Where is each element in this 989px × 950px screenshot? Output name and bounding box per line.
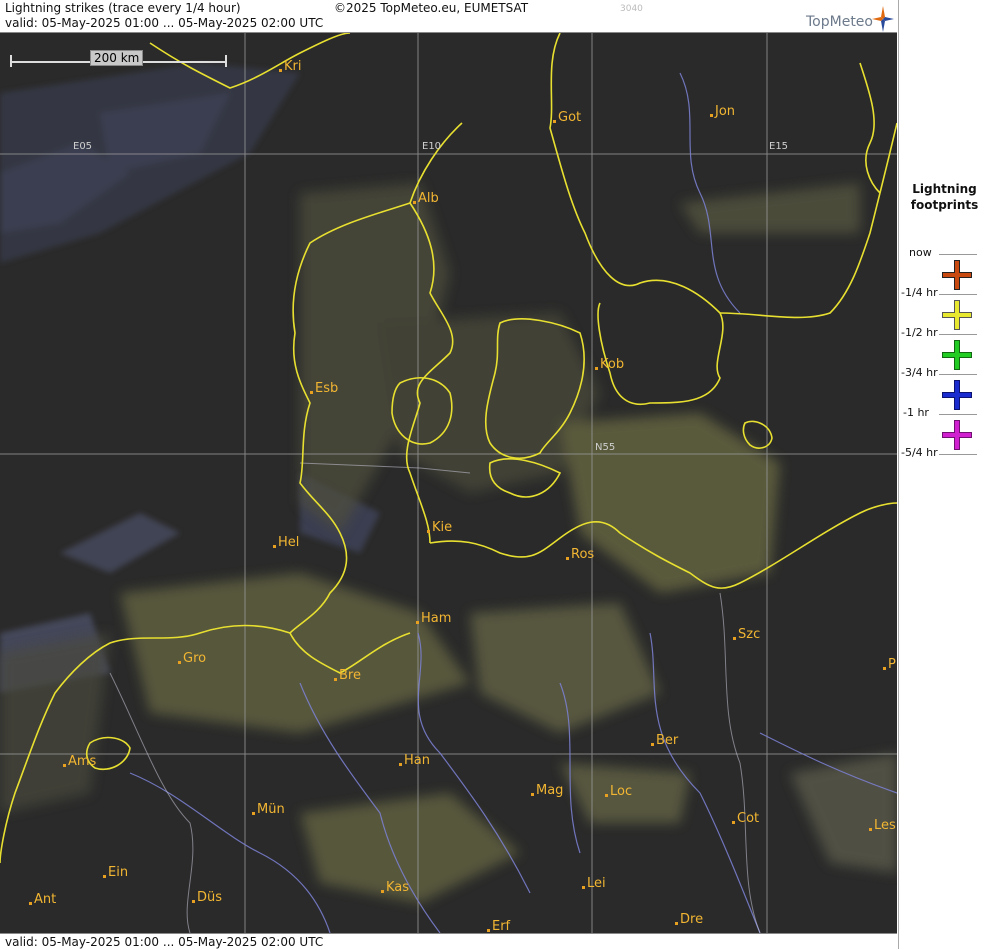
city-label-ham: Ham — [416, 611, 451, 626]
city-label-kie: Kie — [427, 520, 452, 535]
legend-tick-one: -1 hr — [903, 406, 929, 419]
lightning-cross-icon-three-quarter — [942, 380, 972, 410]
compass-star-icon — [872, 6, 894, 32]
satellite-map[interactable]: E05 E10 E15 N55 200 km Kri Got Jon Alb E… — [0, 33, 897, 933]
legend-tick-quarter: -1/4 hr — [901, 286, 938, 299]
lightning-cross-icon-quarter — [942, 300, 972, 330]
grid-label-e05: E05 — [73, 141, 93, 152]
grid-label-n55: N55 — [595, 442, 616, 453]
legend-tick-five-quarter: -5/4 hr — [901, 446, 938, 459]
lightning-cross-icon-half — [942, 340, 972, 370]
legend-panel: Lightning footprints now -1/4 hr -1/2 hr… — [898, 0, 989, 949]
map-title: Lightning strikes (trace every 1/4 hour) — [5, 1, 241, 15]
city-label-ros: Ros — [566, 547, 594, 562]
topmeteo-logo[interactable]: TopMeteo — [806, 6, 898, 32]
city-label-p: P — [883, 657, 896, 672]
city-label-bre: Bre — [334, 668, 361, 683]
city-label-erf: Erf — [487, 919, 510, 933]
city-label-ber: Ber — [651, 733, 678, 748]
copyright-credit: ©2025 TopMeteo.eu, EUMETSAT — [334, 1, 529, 15]
city-label-les: Les — [869, 818, 896, 833]
scale-label: 200 km — [90, 50, 144, 66]
city-label-jon: Jon — [710, 104, 735, 119]
grid-label-e15: E15 — [769, 141, 789, 152]
city-label-lei: Lei — [582, 876, 606, 891]
valid-time: valid: 05-May-2025 01:00 ... 05-May-2025… — [5, 16, 324, 30]
city-label-kob: Kob — [595, 357, 624, 372]
city-label-cot: Cot — [732, 811, 759, 826]
city-label-han: Han — [399, 753, 430, 768]
city-label-got: Got — [553, 110, 581, 125]
header-bar: Lightning strikes (trace every 1/4 hour)… — [0, 0, 897, 33]
logo-text: TopMeteo — [806, 14, 873, 30]
image-code: 3040 — [620, 4, 643, 14]
grid-label-e10: E10 — [422, 141, 442, 152]
legend-title: Lightning footprints — [910, 182, 979, 212]
legend-tick-three-quarter: -3/4 hr — [901, 366, 938, 379]
lightning-cross-icon-now — [942, 260, 972, 290]
city-label-alb: Alb — [413, 191, 439, 206]
city-label-szc: Szc — [733, 627, 760, 642]
city-label-kri: Kri — [279, 59, 301, 74]
city-label-kas: Kas — [381, 880, 409, 895]
city-label-mag: Mag — [531, 783, 563, 798]
city-label-loc: Loc — [605, 784, 632, 799]
city-label-hel: Hel — [273, 535, 299, 550]
footer-valid-time: valid: 05-May-2025 01:00 ... 05-May-2025… — [5, 935, 324, 949]
city-label-esb: Esb — [310, 381, 338, 396]
city-label-ein: Ein — [103, 865, 128, 880]
city-label-dre: Dre — [675, 912, 703, 927]
legend-tick-now: now — [909, 246, 932, 259]
map-canvas — [0, 33, 897, 933]
city-label-mun: Mün — [252, 802, 285, 817]
lightning-cross-icon-one — [942, 420, 972, 450]
city-label-gro: Gro — [178, 651, 206, 666]
legend-tick-half: -1/2 hr — [901, 326, 938, 339]
city-label-ant: Ant — [29, 892, 56, 907]
city-label-dus: Düs — [192, 890, 222, 905]
city-label-ams: Ams — [63, 754, 96, 769]
footer-bar: valid: 05-May-2025 01:00 ... 05-May-2025… — [0, 933, 897, 950]
scale-bar: 200 km — [10, 50, 227, 67]
